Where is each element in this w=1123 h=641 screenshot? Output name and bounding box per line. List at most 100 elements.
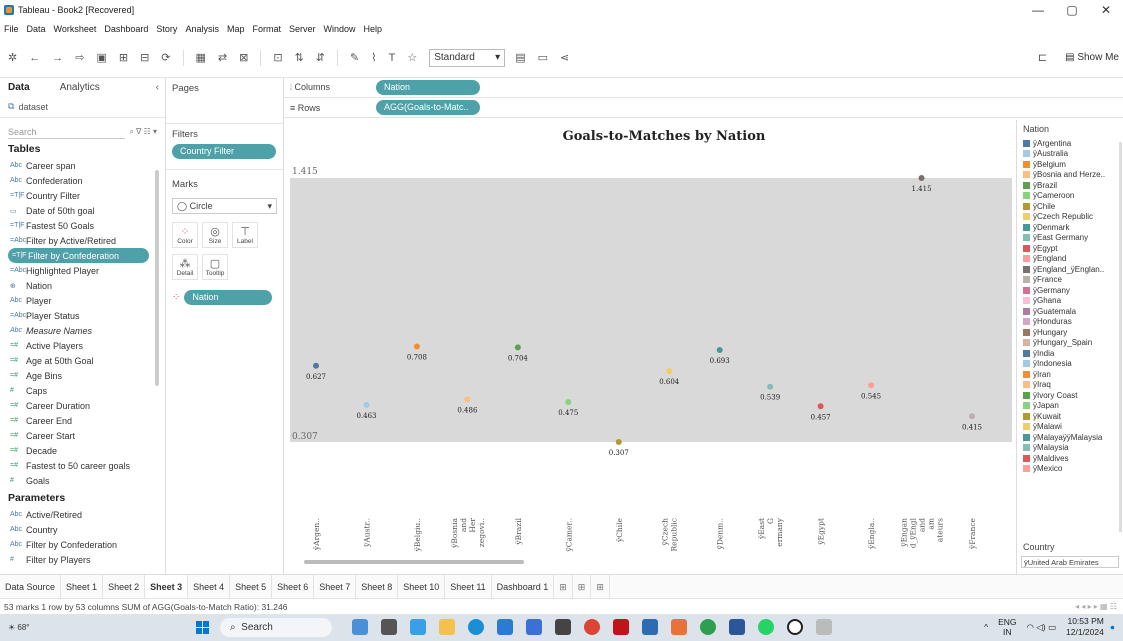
field-item[interactable]: Abc Career span <box>0 158 165 173</box>
legend-item[interactable]: ÿEngland <box>1017 254 1123 265</box>
sheet-tab[interactable]: Sheet 6 <box>272 574 315 599</box>
field-item[interactable]: # Goals <box>0 473 165 488</box>
legend-item[interactable]: ÿGuatemala <box>1017 306 1123 317</box>
size-button[interactable]: ◎ Size <box>202 222 228 248</box>
show-marks-icon[interactable]: ▦ <box>196 51 206 64</box>
menu-worksheet[interactable]: Worksheet <box>54 24 97 34</box>
sort-ascending-icon[interactable]: ⇅ <box>295 51 304 64</box>
menu-data[interactable]: Data <box>27 24 46 34</box>
field-item[interactable]: =# Age Bins <box>0 368 165 383</box>
field-item[interactable]: =# Age at 50th Goal <box>0 353 165 368</box>
legend-scrollbar[interactable] <box>1119 142 1122 532</box>
parameter-item[interactable]: Abc Filter by Confederation <box>0 537 165 552</box>
legend-item[interactable]: ÿEast Germany <box>1017 233 1123 244</box>
sheet-tab[interactable]: Sheet 4 <box>188 574 231 599</box>
legend-item[interactable]: ÿMaldives <box>1017 453 1123 464</box>
field-item[interactable]: Abc Confederation <box>0 173 165 188</box>
show-labels-icon[interactable]: T <box>389 52 396 64</box>
legend-item[interactable]: ÿKuwait <box>1017 411 1123 422</box>
data-source-item[interactable]: ⧉ dataset <box>0 96 165 118</box>
chrome-icon[interactable] <box>584 619 600 635</box>
legend-item[interactable]: ÿGermany <box>1017 285 1123 296</box>
share-icon[interactable]: ⋖ <box>560 51 569 64</box>
annotate-icon[interactable]: ⌇ <box>371 51 376 64</box>
field-item[interactable]: =Abc Player Status <box>0 308 165 323</box>
parameter-item[interactable]: # Filter by Players <box>0 552 165 567</box>
sheet-navigation-icons[interactable]: ◂ ◂ ▸ ▸ ▦ ☷ <box>1075 602 1117 611</box>
legend-item[interactable]: ÿMalawi <box>1017 422 1123 433</box>
mark-type-select[interactable]: ◯ Circle ▾ <box>172 198 277 214</box>
clock[interactable]: 10:53 PM 12/1/2024 <box>1066 616 1104 638</box>
sheet-tab[interactable]: Data Source <box>0 574 62 599</box>
show-cards-icon[interactable]: ▤ <box>515 51 525 64</box>
viz-area[interactable]: Goals-to-Matches by Nation 1.415 0.307 0.… <box>284 120 1014 574</box>
legend-item[interactable]: ÿCameroon <box>1017 191 1123 202</box>
legend-item[interactable]: ÿMalayaÿÿMalaysia <box>1017 432 1123 443</box>
minimize-button[interactable]: — <box>1021 0 1055 20</box>
highlight-icon[interactable]: ✎ <box>350 51 359 64</box>
taskbar-search[interactable]: ⌕ Search <box>220 618 332 637</box>
field-item[interactable]: # Caps <box>0 383 165 398</box>
menu-window[interactable]: Window <box>324 24 356 34</box>
back-arrow-icon[interactable]: ← <box>29 52 40 64</box>
legend-item[interactable]: ÿAustralia <box>1017 149 1123 160</box>
sheet-tab[interactable]: Sheet 1 <box>61 574 104 599</box>
sheet-tab[interactable]: Sheet 8 <box>356 574 399 599</box>
legend-item[interactable]: ÿBelgium <box>1017 159 1123 170</box>
legend-item[interactable]: ÿJapan <box>1017 401 1123 412</box>
filter-pill-country[interactable]: Country Filter <box>172 144 276 159</box>
field-item[interactable]: =T|F Fastest 50 Goals <box>0 218 165 233</box>
sheet-tab[interactable]: Sheet 11 <box>445 574 492 599</box>
menu-map[interactable]: Map <box>227 24 245 34</box>
widgets-icon[interactable] <box>352 619 368 635</box>
field-item[interactable]: =# Career Duration <box>0 398 165 413</box>
fit-select[interactable]: Standard ▾ <box>429 48 506 67</box>
maximize-button[interactable]: ▢ <box>1055 0 1089 20</box>
save-icon[interactable]: ▣ <box>96 51 106 64</box>
close-button[interactable]: ✕ <box>1089 0 1123 20</box>
sheet-tab[interactable]: Sheet 5 <box>230 574 273 599</box>
sheet-tab[interactable]: Sheet 7 <box>314 574 357 599</box>
field-item[interactable]: =# Fastest to 50 career goals <box>0 458 165 473</box>
field-item[interactable]: Abc Player <box>0 293 165 308</box>
circle-app-icon[interactable] <box>787 619 803 635</box>
legend-item[interactable]: ÿMalaysia <box>1017 443 1123 454</box>
weather-widget[interactable]: ☀ 68° <box>0 623 40 632</box>
legend-item[interactable]: ÿCzech Republic <box>1017 212 1123 223</box>
legend-item[interactable]: ÿIvory Coast <box>1017 390 1123 401</box>
sheet-tab[interactable]: Sheet 3 <box>145 574 189 599</box>
sort-descending-icon[interactable]: ⇵ <box>316 51 325 64</box>
file-explorer-icon[interactable] <box>439 619 455 635</box>
legend-item[interactable]: ÿBrazil <box>1017 180 1123 191</box>
pages-card[interactable] <box>166 98 283 124</box>
chrome-profile-icon[interactable] <box>700 619 716 635</box>
legend-item[interactable]: ÿGhana <box>1017 296 1123 307</box>
new-worksheet-tab-icon[interactable]: ⊞ <box>554 574 573 599</box>
field-list-scrollbar[interactable] <box>155 170 159 386</box>
tab-analytics[interactable]: Analytics <box>60 82 100 93</box>
legend-item[interactable]: ÿArgentina <box>1017 138 1123 149</box>
legend-item[interactable]: ÿIndia <box>1017 348 1123 359</box>
copilot-icon[interactable] <box>410 619 426 635</box>
legend-item[interactable]: ÿEgypt <box>1017 243 1123 254</box>
calculator-icon[interactable] <box>642 619 658 635</box>
legend-item[interactable]: ÿIndonesia <box>1017 359 1123 370</box>
wifi-volume-battery-icons[interactable]: ◠ ◁) ▭ <box>1026 622 1056 633</box>
scatter-chart[interactable]: Goals-to-Matches by Nation 1.415 0.307 0.… <box>284 120 1014 574</box>
rows-pill-goals-ratio[interactable]: AGG(Goals-to-Matc.. <box>376 100 480 115</box>
legend-item[interactable]: ÿEngland_ÿEnglan.. <box>1017 264 1123 275</box>
menu-file[interactable]: File <box>4 24 19 34</box>
grid-app-icon[interactable] <box>816 619 832 635</box>
field-item[interactable]: =# Career Start <box>0 428 165 443</box>
legend-item[interactable]: ÿHungary_Spain <box>1017 338 1123 349</box>
field-item[interactable]: =Abc Filter by Active/Retired <box>0 233 165 248</box>
sheet-tab[interactable]: Sheet 10 <box>398 574 446 599</box>
tableau-taskbar-icon[interactable] <box>671 619 687 635</box>
columns-pill-nation[interactable]: Nation <box>376 80 480 95</box>
show-me-button[interactable]: ▤ Show Me <box>1065 52 1119 63</box>
legend-item[interactable]: ÿBosnia and Herze.. <box>1017 170 1123 181</box>
ask-data-icon[interactable]: ⊏ <box>1038 51 1047 64</box>
detail-button[interactable]: ⁂ Detail <box>172 254 198 280</box>
parameter-item[interactable]: Abc Active/Retired <box>0 507 165 522</box>
sheet-tab[interactable]: Sheet 2 <box>103 574 146 599</box>
